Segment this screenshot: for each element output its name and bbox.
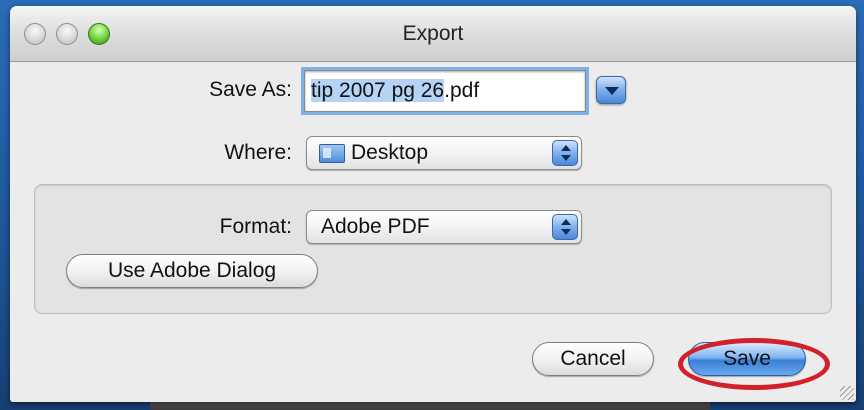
popup-arrows-icon <box>552 140 578 166</box>
title-bar[interactable]: Export <box>10 6 856 62</box>
save-as-input[interactable]: tip 2007 pg 26.pdf <box>304 70 586 112</box>
filename-selected-text: tip 2007 pg 26 <box>311 79 445 102</box>
resize-grip-icon[interactable] <box>840 386 854 400</box>
cancel-button[interactable]: Cancel <box>532 342 654 376</box>
format-popup[interactable]: Adobe PDF <box>306 210 582 244</box>
use-adobe-dialog-button[interactable]: Use Adobe Dialog <box>66 254 318 288</box>
format-options-group <box>34 184 832 314</box>
expand-browser-button[interactable] <box>596 76 626 104</box>
where-popup[interactable]: Desktop <box>306 136 582 170</box>
where-value: Desktop <box>351 141 429 164</box>
where-label: Where: <box>224 141 292 164</box>
filename-extension-text: .pdf <box>444 79 480 102</box>
save-as-label: Save As: <box>209 78 292 101</box>
format-label: Format: <box>219 215 292 238</box>
export-dialog: Export Save As: tip 2007 pg 26.pdf Where… <box>10 6 856 402</box>
format-value: Adobe PDF <box>321 215 430 238</box>
dialog-title: Export <box>402 22 464 45</box>
desktop-folder-icon <box>319 144 345 163</box>
annotation-highlight-ring <box>678 338 830 390</box>
popup-arrows-icon <box>552 214 578 240</box>
